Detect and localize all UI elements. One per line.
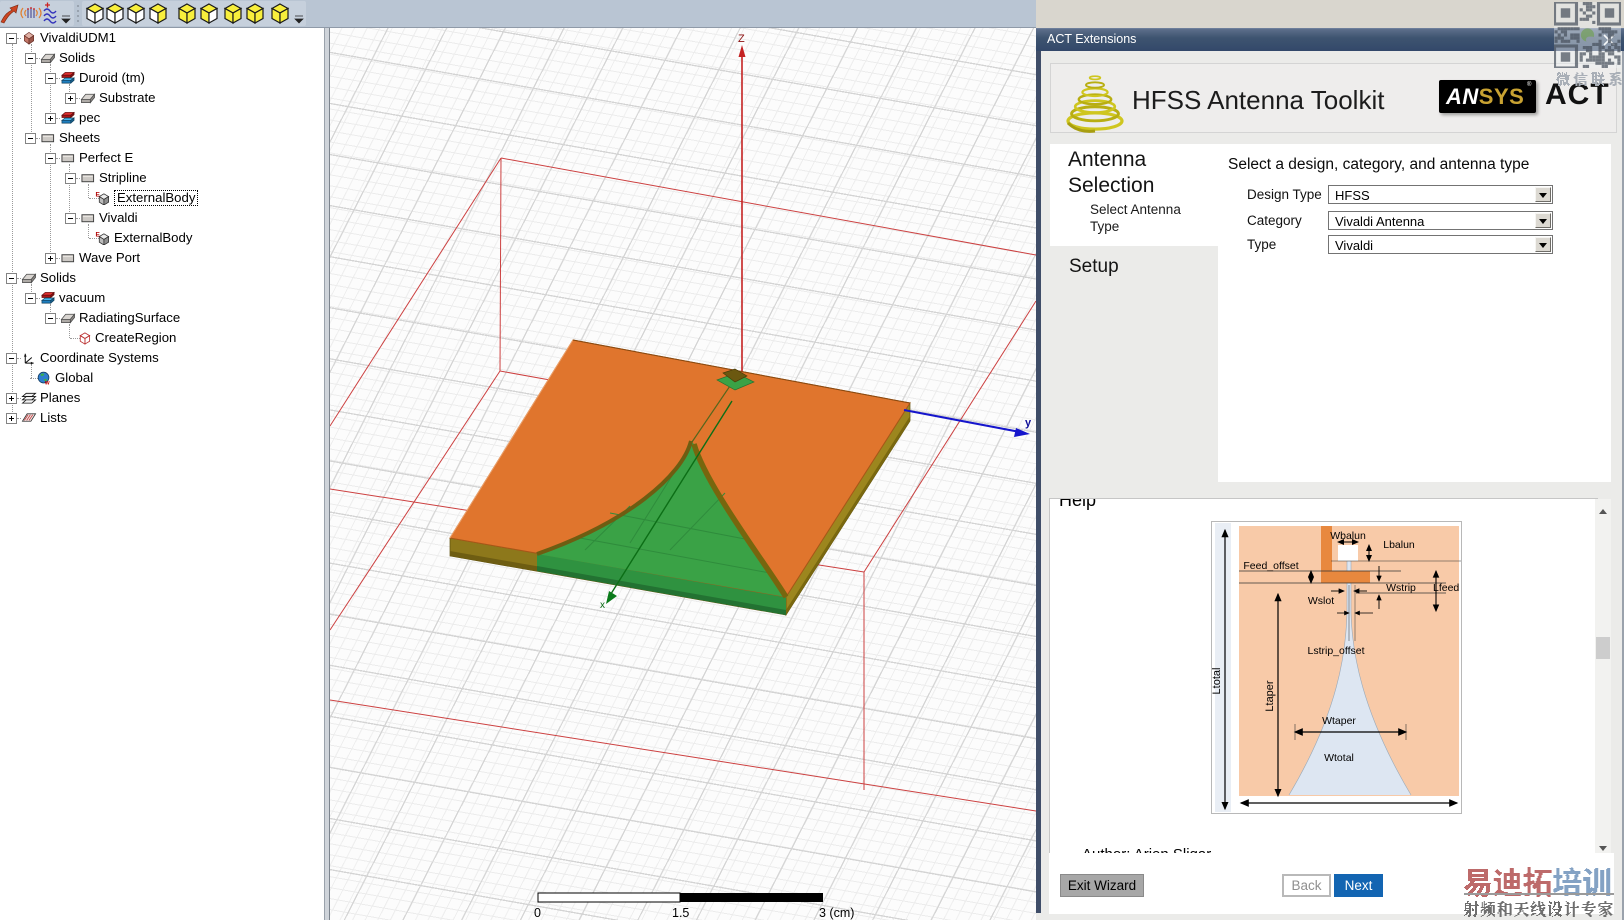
svg-text:3 (cm): 3 (cm) bbox=[819, 906, 854, 920]
svg-text:Wslot: Wslot bbox=[1308, 595, 1334, 607]
svg-text:Lfeed: Lfeed bbox=[1433, 582, 1459, 594]
svg-text:Ltaper: Ltaper bbox=[1264, 680, 1276, 712]
svg-text:Lstrip_offset: Lstrip_offset bbox=[1307, 645, 1364, 657]
svg-text:E: E bbox=[96, 192, 101, 199]
svg-text:x: x bbox=[600, 600, 605, 611]
svg-text:1.5: 1.5 bbox=[672, 906, 689, 920]
svg-text:w: w bbox=[44, 381, 50, 385]
svg-text:Z: Z bbox=[738, 33, 745, 45]
svg-text:Lbalun: Lbalun bbox=[1383, 539, 1415, 551]
svg-text:Ltotal: Ltotal bbox=[1211, 668, 1223, 695]
svg-text:Wtaper: Wtaper bbox=[1322, 715, 1356, 727]
svg-text:Wstrip: Wstrip bbox=[1386, 582, 1416, 594]
svg-text:E: E bbox=[96, 232, 101, 239]
svg-text:Feed_offset: Feed_offset bbox=[1243, 560, 1298, 572]
svg-text:0: 0 bbox=[534, 906, 541, 920]
svg-text:y: y bbox=[1025, 417, 1032, 429]
svg-text:Wtotal: Wtotal bbox=[1324, 752, 1354, 764]
svg-text:Wbalun: Wbalun bbox=[1330, 530, 1366, 542]
